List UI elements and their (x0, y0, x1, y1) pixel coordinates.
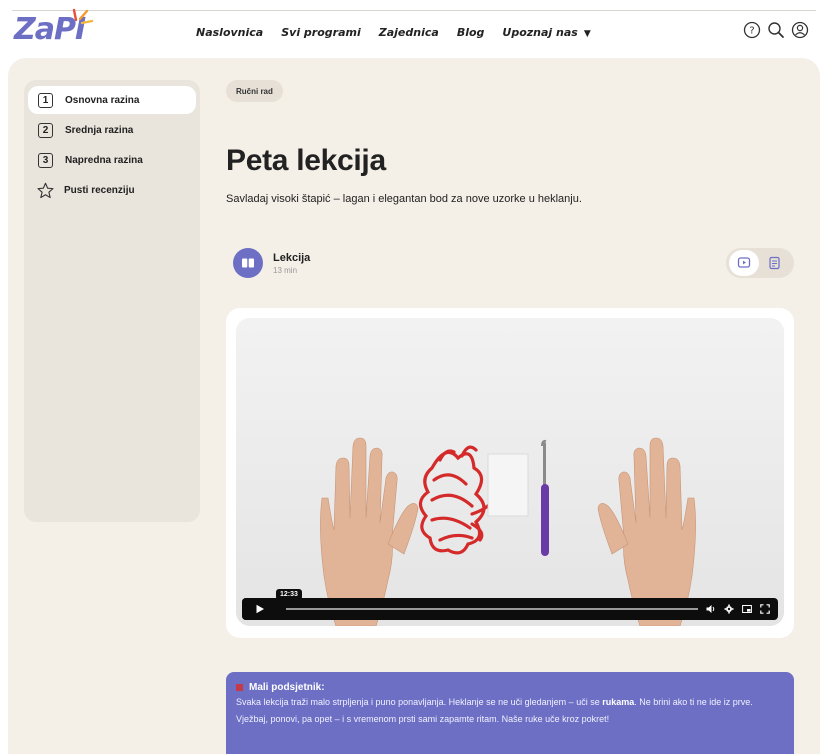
level-sidebar: 1 Osnovna razina 2 Srednja razina 3 Napr… (24, 80, 200, 522)
sidebar-item-label: Napredna razina (65, 154, 143, 166)
level-number-badge: 2 (38, 122, 53, 138)
nav-naslovnica[interactable]: Naslovnica (196, 26, 263, 39)
lesson-name: Lekcija (273, 251, 311, 264)
document-icon (769, 256, 780, 270)
picture-in-picture-icon[interactable] (742, 604, 752, 614)
note-heading: Mali podsjetnik: (236, 682, 784, 693)
zapi-logo[interactable]: ZaPI (14, 8, 94, 47)
user-icon[interactable] (790, 20, 810, 40)
volume-icon[interactable] (706, 604, 716, 614)
nav-upoznaj-nas[interactable]: Upoznaj nas ▼ (502, 26, 590, 39)
nav-svi-programi[interactable]: Svi programi (281, 26, 361, 39)
level-number-badge: 3 (38, 152, 53, 168)
note-heading-text: Mali podsjetnik: (249, 682, 325, 693)
nav-blog[interactable]: Blog (457, 26, 485, 39)
page-title: Peta lekcija (226, 144, 386, 177)
video-icon (737, 257, 751, 268)
sidebar-item-recenzija[interactable]: Pusti recenziju (28, 176, 196, 204)
page-subtitle: Savladaj visoki štapić – lagan i elegant… (226, 193, 582, 205)
sidebar-item-srednja[interactable]: 2 Srednja razina (28, 116, 196, 144)
sidebar-item-napredna[interactable]: 3 Napredna razina (28, 146, 196, 174)
note-body: Svaka lekcija traži malo strpljenja i pu… (236, 694, 784, 728)
search-icon[interactable] (766, 20, 786, 40)
note-text-before: Svaka lekcija traži malo strpljenja i pu… (236, 697, 603, 707)
play-icon (256, 604, 264, 614)
sidebar-item-osnovna[interactable]: 1 Osnovna razina (28, 86, 196, 114)
video-controls (242, 598, 778, 620)
document-view-button[interactable] (759, 250, 789, 276)
level-number-badge: 1 (38, 92, 53, 108)
video-player[interactable]: 12:33 (236, 318, 784, 626)
video-view-button[interactable] (729, 250, 759, 276)
reminder-note: Mali podsjetnik: Svaka lekcija traži mal… (226, 672, 794, 754)
site-header: ZaPI Naslovnica Svi programi Zajednica B… (0, 0, 828, 56)
play-button[interactable] (242, 598, 278, 620)
sidebar-item-label: Srednja razina (65, 124, 134, 136)
sidebar-item-label: Osnovna razina (65, 94, 140, 106)
sidebar-item-label: Pusti recenziju (64, 184, 135, 196)
svg-text:?: ? (749, 26, 754, 37)
lesson-header: Lekcija 13 min (233, 248, 310, 278)
star-icon (37, 182, 54, 198)
lesson-info: Lekcija 13 min (273, 252, 310, 275)
header-actions: ? (742, 20, 810, 40)
category-tag[interactable]: Ručni rad (226, 80, 283, 102)
chevron-down-icon: ▼ (583, 29, 591, 39)
nav-upoznaj-nas-label: Upoznaj nas (502, 26, 578, 39)
video-timeline[interactable] (286, 608, 698, 610)
main-nav: Naslovnica Svi programi Zajednica Blog U… (196, 26, 591, 39)
lesson-duration: 13 min (273, 265, 298, 275)
note-text-bold: rukama (602, 697, 635, 707)
nav-zajednica[interactable]: Zajednica (379, 26, 439, 39)
settings-gear-icon[interactable] (724, 604, 734, 614)
view-toggle (726, 248, 794, 278)
book-icon (233, 248, 263, 278)
video-control-icons (706, 604, 778, 614)
note-marker-icon (236, 684, 243, 691)
fullscreen-icon[interactable] (760, 604, 770, 614)
video-frame-image (236, 318, 784, 626)
logo-spark-icon (72, 8, 94, 25)
help-icon[interactable]: ? (742, 20, 762, 40)
